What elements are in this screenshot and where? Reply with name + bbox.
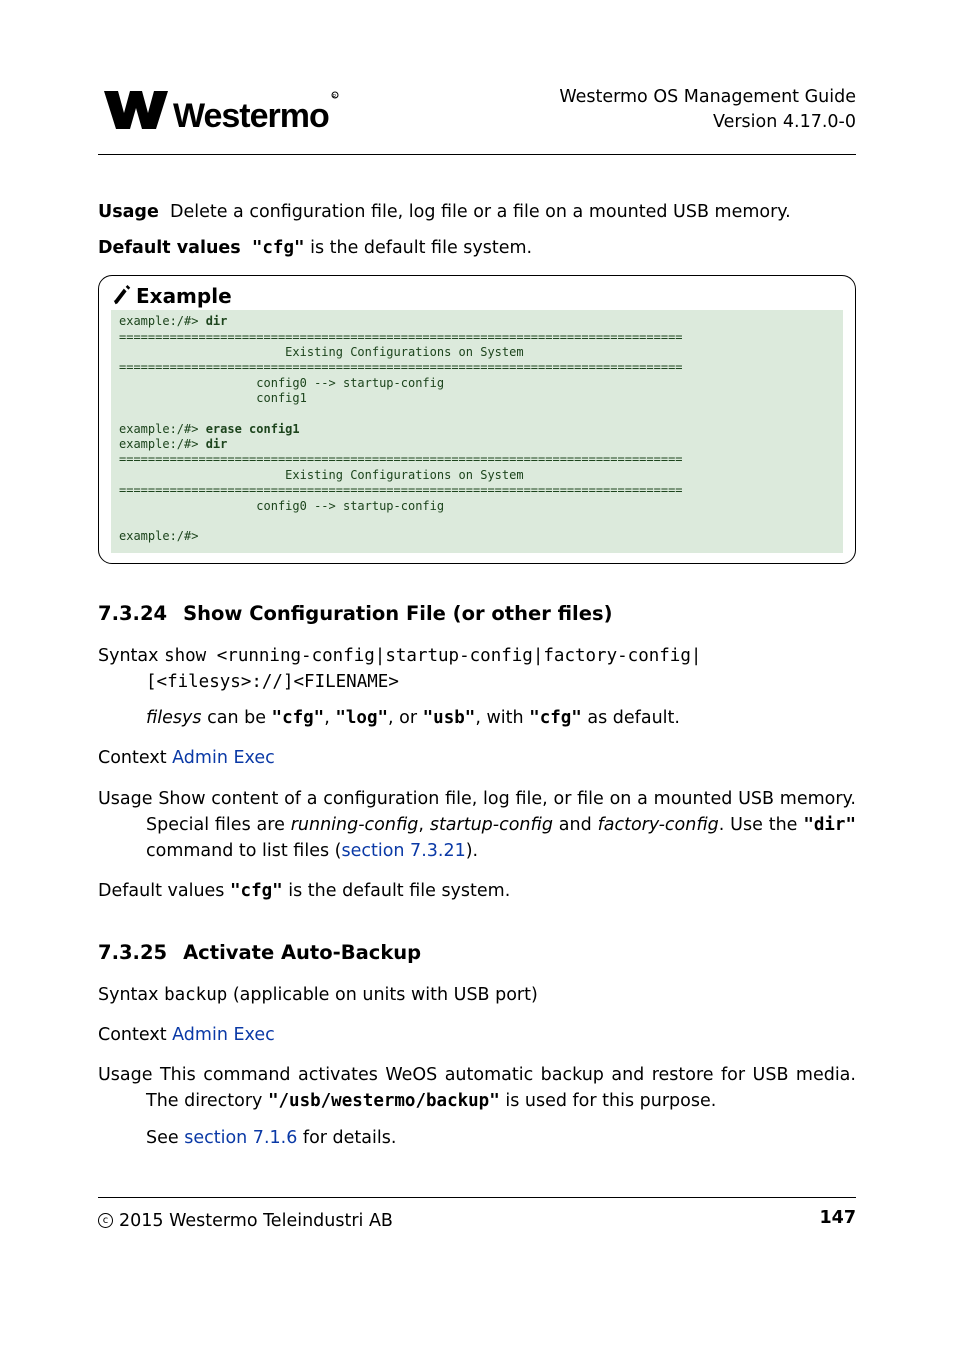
defaults-24: Default values "cfg" is the default file… bbox=[98, 878, 856, 904]
section-title-line: Existing Configurations on System bbox=[119, 468, 524, 482]
svg-text:Westermo: Westermo bbox=[173, 97, 329, 135]
logo-svg: Westermo R bbox=[98, 85, 346, 135]
usage-25-see: See section 7.1.6 for details. bbox=[146, 1125, 856, 1151]
section-7-3-21-link[interactable]: section 7.3.21 bbox=[341, 841, 465, 861]
usage-tail1: . Use the bbox=[719, 815, 804, 835]
example-box: Example example:/#> dir ================… bbox=[98, 275, 856, 563]
prompt: example:/#> bbox=[119, 529, 198, 543]
usage-tail3: ). bbox=[466, 841, 478, 861]
heading-7-3-25: 7.3.25 Activate Auto-Backup bbox=[98, 941, 856, 964]
for-details-text: for details. bbox=[297, 1128, 396, 1148]
syntax-24-block: Syntax show <running-config|startup-conf… bbox=[98, 643, 856, 732]
syntax-label: Syntax bbox=[98, 985, 159, 1005]
hr-line: ========================================… bbox=[119, 360, 683, 374]
prompt: example:/#> bbox=[119, 314, 206, 328]
context-label: Context bbox=[98, 748, 167, 768]
config0-line: config0 --> startup-config bbox=[119, 499, 444, 513]
with-text: , with bbox=[475, 708, 529, 728]
hr-line: ========================================… bbox=[119, 452, 683, 466]
filesys-body: can be bbox=[202, 708, 272, 728]
default-cfg-code: "cfg" bbox=[230, 881, 283, 901]
usage-label: Usage bbox=[98, 1065, 153, 1085]
heading-number: 7.3.24 bbox=[98, 602, 167, 625]
doc-meta: Westermo OS Management Guide Version 4.1… bbox=[559, 85, 856, 136]
page-header: Westermo R Westermo OS Management Guide … bbox=[98, 85, 856, 136]
example-terminal: example:/#> dir ========================… bbox=[111, 310, 843, 552]
syntax-24-l2: [<filesys>://]<FILENAME> bbox=[146, 669, 856, 695]
syntax-code-l1: show <running-config|startup-config|fact… bbox=[164, 646, 701, 666]
svg-text:R: R bbox=[333, 94, 337, 100]
default-tail: is the default file system. bbox=[283, 881, 511, 901]
usage-label: Usage bbox=[98, 202, 159, 222]
heading-text: Show Configuration File (or other files) bbox=[183, 602, 612, 625]
heading-text: Activate Auto-Backup bbox=[183, 941, 421, 964]
backup-path-code: "/usb/westermo/backup" bbox=[268, 1091, 500, 1111]
heading-7-3-24: 7.3.24 Show Configuration File (or other … bbox=[98, 602, 856, 625]
copyright-text: 2015 Westermo Teleindustri AB bbox=[119, 1211, 393, 1231]
usage-24-block: Usage Show content of a configuration fi… bbox=[98, 786, 856, 865]
cmd-dir: dir bbox=[206, 314, 228, 328]
context-24: Context Admin Exec bbox=[98, 745, 856, 771]
usage-tail2: command to list files ( bbox=[146, 841, 341, 861]
dir-code: "dir" bbox=[803, 815, 856, 835]
section-7-1-6-link[interactable]: section 7.1.6 bbox=[184, 1128, 297, 1148]
top-default-line: Default values "cfg" is the default file… bbox=[98, 235, 856, 261]
example-title-text: Example bbox=[136, 284, 232, 308]
context-25: Context Admin Exec bbox=[98, 1022, 856, 1048]
prompt: example:/#> bbox=[119, 422, 206, 436]
default-cfg-code: "cfg" bbox=[252, 238, 305, 258]
log-code: "log" bbox=[335, 708, 388, 728]
top-usage-line: Usage Delete a configuration file, log f… bbox=[98, 199, 856, 225]
pencil-icon bbox=[111, 285, 133, 307]
prompt: example:/#> bbox=[119, 437, 206, 451]
page-footer: c 2015 Westermo Teleindustri AB 147 bbox=[98, 1208, 856, 1231]
as-default-text: as default. bbox=[582, 708, 680, 728]
section-title-line: Existing Configurations on System bbox=[119, 345, 524, 359]
cfg-code: "cfg" bbox=[272, 708, 325, 728]
syntax-25: Syntax backup (applicable on units with … bbox=[98, 982, 856, 1008]
usage-text: Delete a configuration file, log file or… bbox=[170, 202, 791, 222]
syntax-code-l2: [<filesys>://]<FILENAME> bbox=[146, 672, 399, 692]
heading-number: 7.3.25 bbox=[98, 941, 167, 964]
page-number: 147 bbox=[819, 1208, 856, 1228]
cmd-dir: dir bbox=[206, 437, 228, 451]
usage-25-body: Usage This command activates WeOS automa… bbox=[146, 1062, 856, 1115]
doc-version: Version 4.17.0-0 bbox=[559, 110, 856, 135]
usage-label: Usage bbox=[98, 789, 153, 809]
usage-24-body: Usage Show content of a configuration fi… bbox=[146, 786, 856, 865]
config1-line: config1 bbox=[119, 391, 307, 405]
example-title-row: Example bbox=[111, 284, 843, 308]
usage-25-tail: is used for this purpose. bbox=[500, 1091, 717, 1111]
see-text: See bbox=[146, 1128, 184, 1148]
default-cfg-code: "cfg" bbox=[529, 708, 582, 728]
startup-config-em: startup-config bbox=[430, 815, 553, 835]
syntax-25-tail: (applicable on units with USB port) bbox=[227, 985, 538, 1005]
hr-line: ========================================… bbox=[119, 330, 683, 344]
syntax-24-filesys: filesys can be "cfg", "log", or "usb", w… bbox=[146, 705, 856, 731]
doc-title: Westermo OS Management Guide bbox=[559, 85, 856, 110]
backup-code: backup bbox=[164, 985, 227, 1005]
hr-line: ========================================… bbox=[119, 483, 683, 497]
cmd-erase: erase config1 bbox=[206, 422, 300, 436]
default-label: Default values bbox=[98, 238, 241, 258]
header-rule bbox=[98, 154, 856, 155]
default-tail: is the default file system. bbox=[305, 238, 533, 258]
factory-config-em: factory-config bbox=[598, 815, 719, 835]
footer-rule bbox=[98, 1197, 856, 1198]
syntax-label: Syntax bbox=[98, 646, 159, 666]
usage-25-block: Usage This command activates WeOS automa… bbox=[98, 1062, 856, 1151]
running-config-em: running-config bbox=[291, 815, 419, 835]
config0-line: config0 --> startup-config bbox=[119, 376, 444, 390]
syntax-24-l1: Syntax show <running-config|startup-conf… bbox=[146, 643, 856, 669]
copyright-icon: c bbox=[98, 1213, 113, 1228]
filesys-italic: filesys bbox=[146, 708, 202, 728]
usb-code: "usb" bbox=[423, 708, 476, 728]
admin-exec-link[interactable]: Admin Exec bbox=[172, 748, 275, 768]
westermo-logo: Westermo R bbox=[98, 85, 346, 135]
admin-exec-link[interactable]: Admin Exec bbox=[172, 1025, 275, 1045]
context-label: Context bbox=[98, 1025, 167, 1045]
copyright-block: c 2015 Westermo Teleindustri AB bbox=[98, 1211, 393, 1231]
default-label: Default values bbox=[98, 881, 224, 901]
